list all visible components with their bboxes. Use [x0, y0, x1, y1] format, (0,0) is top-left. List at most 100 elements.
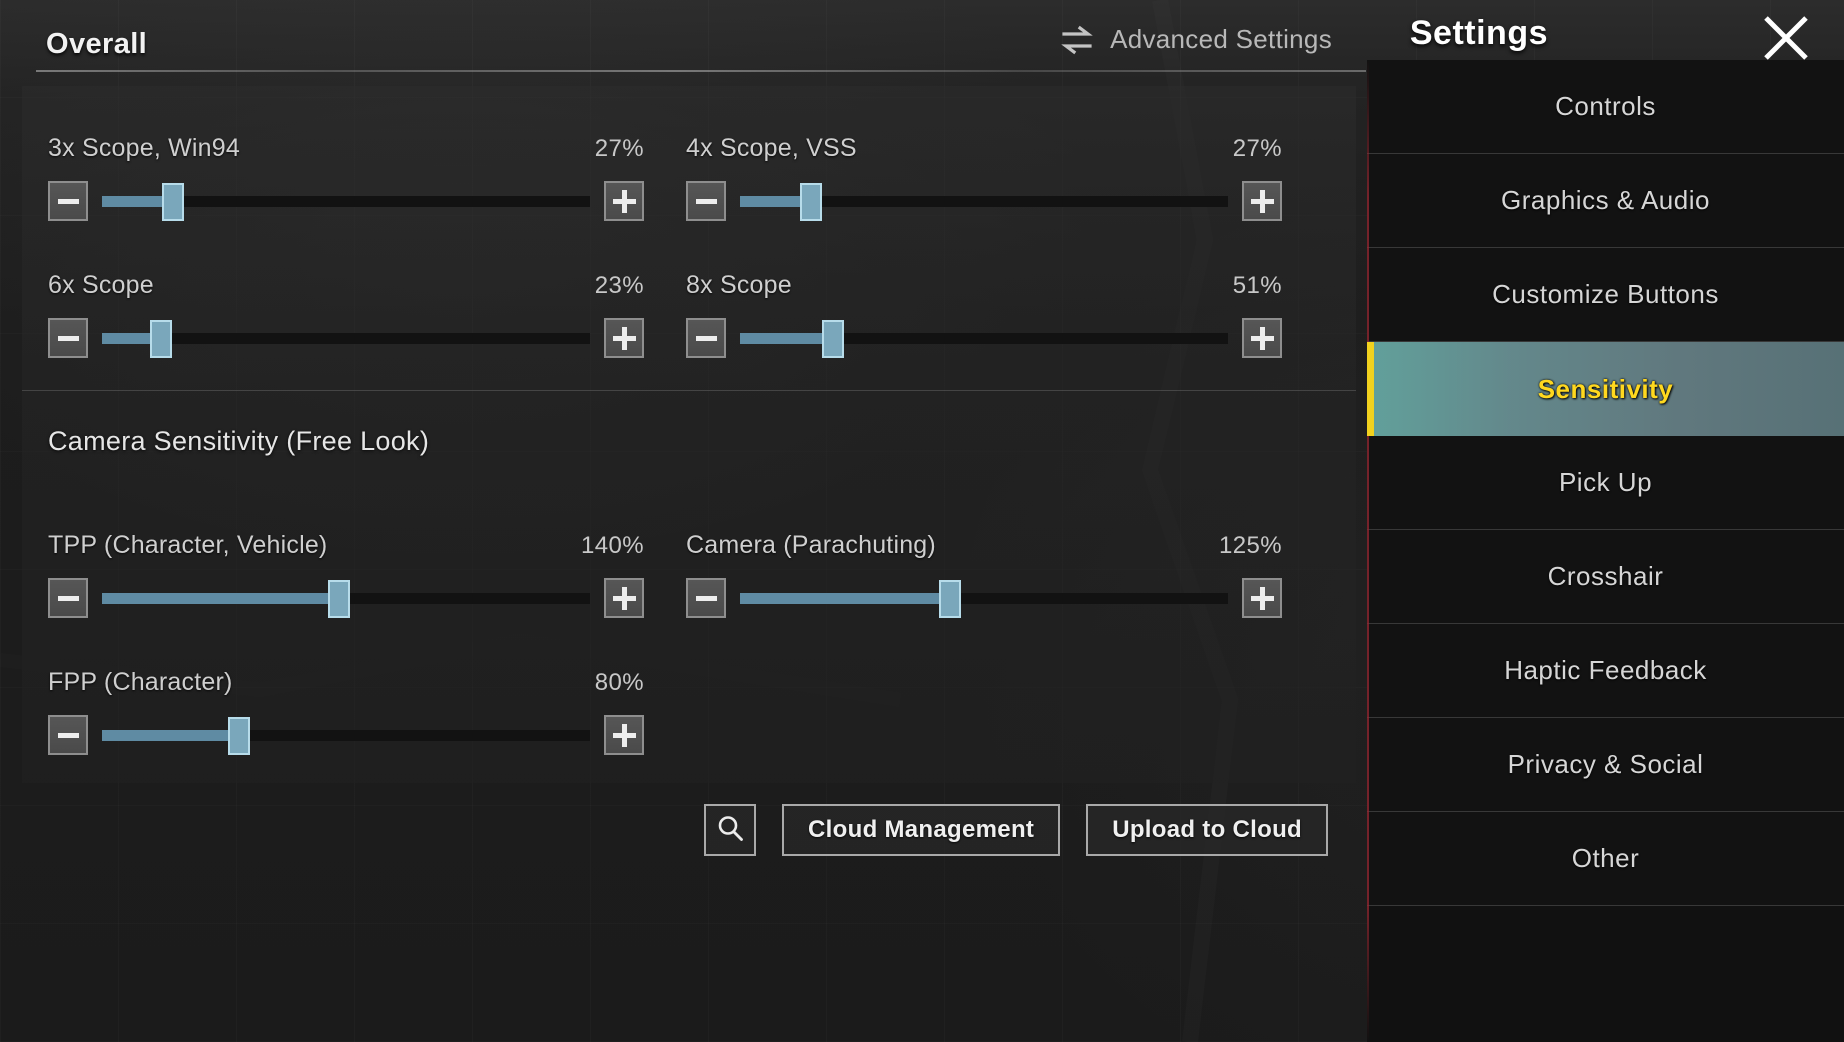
slider-track-background	[102, 333, 590, 344]
slider-handle[interactable]	[327, 580, 350, 618]
sensitivity-panel: 3x Scope, Win94 27% 4x Scope, VSS 27% 6x Sco…	[22, 86, 1356, 783]
slider-decrement-button[interactable]	[48, 181, 88, 221]
slider-track-fill	[740, 593, 950, 604]
settings-sidebar[interactable]: Controls Graphics & Audio Customize Button…	[1367, 60, 1844, 1042]
slider-row: 4x Scope, VSS 27%	[686, 134, 1282, 224]
slider-increment-button[interactable]	[604, 715, 644, 755]
plus-icon	[612, 326, 636, 350]
minus-icon	[57, 595, 79, 601]
slider-label: Camera (Parachuting)	[686, 531, 936, 559]
slider-handle[interactable]	[821, 320, 844, 358]
slider-control	[686, 178, 1282, 224]
plus-icon	[612, 189, 636, 213]
minus-icon	[57, 335, 79, 341]
panel-content: 3x Scope, Win94 27% 4x Scope, VSS 27% 6x Sco…	[22, 86, 1356, 783]
slider-increment-button[interactable]	[604, 181, 644, 221]
plus-icon	[1250, 326, 1274, 350]
header-divider	[36, 70, 1366, 72]
slider-value: 80%	[594, 669, 644, 696]
slider-row: Camera (Parachuting) 125%	[686, 531, 1282, 621]
sidebar-item-crosshair[interactable]: Crosshair	[1367, 530, 1844, 624]
plus-icon	[1250, 189, 1274, 213]
slider-track[interactable]	[102, 318, 590, 358]
settings-screen: Overall Advanced Settings Settings 3x Sc…	[0, 0, 1844, 1042]
slider-control	[686, 315, 1282, 361]
plus-icon	[612, 586, 636, 610]
slider-value: 140%	[581, 532, 644, 559]
sidebar-item-pick-up[interactable]: Pick Up	[1367, 436, 1844, 530]
cloud-management-button[interactable]: Cloud Management	[782, 804, 1061, 856]
sidebar-item-label: Pick Up	[1558, 467, 1653, 497]
slider-control	[48, 315, 644, 361]
bottom-action-bar: Cloud Management Upload to Cloud	[22, 800, 1356, 860]
section-title: Camera Sensitivity (Free Look)	[48, 426, 430, 456]
slider-value: 27%	[1232, 135, 1282, 162]
sidebar-item-other[interactable]: Other	[1367, 812, 1844, 906]
slider-handle[interactable]	[149, 320, 172, 358]
slider-handle[interactable]	[799, 183, 822, 221]
minus-icon	[695, 595, 717, 601]
slider-decrement-button[interactable]	[686, 318, 726, 358]
upload-to-cloud-button[interactable]: Upload to Cloud	[1086, 804, 1328, 856]
slider-increment-button[interactable]	[604, 318, 644, 358]
slider-row: FPP (Character) 80%	[48, 668, 644, 758]
slider-label: 3x Scope, Win94	[48, 134, 240, 162]
search-button[interactable]	[704, 804, 757, 856]
slider-track-fill	[740, 333, 833, 344]
slider-decrement-button[interactable]	[686, 578, 726, 618]
sidebar-item-label: Haptic Feedback	[1504, 655, 1707, 685]
sidebar-item-customize-buttons[interactable]: Customize Buttons	[1367, 248, 1844, 342]
settings-title: Settings	[1409, 14, 1548, 52]
slider-decrement-button[interactable]	[48, 715, 88, 755]
slider-track-fill	[102, 593, 339, 604]
slider-track[interactable]	[740, 578, 1228, 618]
minus-icon	[57, 198, 79, 204]
slider-control	[48, 178, 644, 224]
slider-decrement-button[interactable]	[686, 181, 726, 221]
plus-icon	[612, 723, 636, 747]
slider-decrement-button[interactable]	[48, 318, 88, 358]
minus-icon	[695, 335, 717, 341]
search-icon	[715, 813, 745, 848]
slider-row: 6x Scope 23%	[48, 271, 644, 361]
slider-increment-button[interactable]	[1242, 578, 1282, 618]
slider-track[interactable]	[740, 318, 1228, 358]
sidebar-item-graphics-audio[interactable]: Graphics & Audio	[1367, 154, 1844, 248]
slider-header: 3x Scope, Win94 27%	[48, 134, 644, 168]
slider-increment-button[interactable]	[1242, 181, 1282, 221]
slider-label: 4x Scope, VSS	[686, 134, 857, 162]
sidebar-item-label: Other	[1571, 843, 1640, 873]
close-icon[interactable]	[1758, 10, 1814, 66]
sidebar-item-privacy-social[interactable]: Privacy & Social	[1367, 718, 1844, 812]
slider-track[interactable]	[102, 578, 590, 618]
slider-handle[interactable]	[161, 183, 184, 221]
slider-track[interactable]	[102, 715, 590, 755]
slider-control	[686, 575, 1282, 621]
sidebar-item-haptic-feedback[interactable]: Haptic Feedback	[1367, 624, 1844, 718]
section-divider	[22, 390, 1356, 391]
slider-label: 8x Scope	[686, 271, 792, 299]
sidebar-item-controls[interactable]: Controls	[1367, 60, 1844, 154]
slider-handle[interactable]	[938, 580, 961, 618]
slider-value: 23%	[594, 272, 644, 299]
sidebar-item-label: Privacy & Social	[1507, 749, 1704, 779]
sidebar-item-sensitivity[interactable]: Sensitivity	[1367, 342, 1844, 436]
slider-decrement-button[interactable]	[48, 578, 88, 618]
slider-track[interactable]	[740, 181, 1228, 221]
slider-track[interactable]	[102, 181, 590, 221]
slider-row: 3x Scope, Win94 27%	[48, 134, 644, 224]
slider-handle[interactable]	[227, 717, 250, 755]
slider-label: TPP (Character, Vehicle)	[48, 531, 328, 559]
advanced-settings-button[interactable]: Advanced Settings	[1058, 24, 1332, 55]
sidebar-item-label: Crosshair	[1547, 561, 1664, 591]
slider-increment-button[interactable]	[1242, 318, 1282, 358]
slider-increment-button[interactable]	[604, 578, 644, 618]
slider-label: FPP (Character)	[48, 668, 233, 696]
slider-value: 27%	[594, 135, 644, 162]
slider-label: 6x Scope	[48, 271, 154, 299]
slider-header: Camera (Parachuting) 125%	[686, 531, 1282, 565]
sidebar-item-label: Controls	[1555, 91, 1656, 121]
slider-row: 8x Scope 51%	[686, 271, 1282, 361]
slider-header: FPP (Character) 80%	[48, 668, 644, 702]
sidebar-item-label: Customize Buttons	[1492, 279, 1719, 309]
